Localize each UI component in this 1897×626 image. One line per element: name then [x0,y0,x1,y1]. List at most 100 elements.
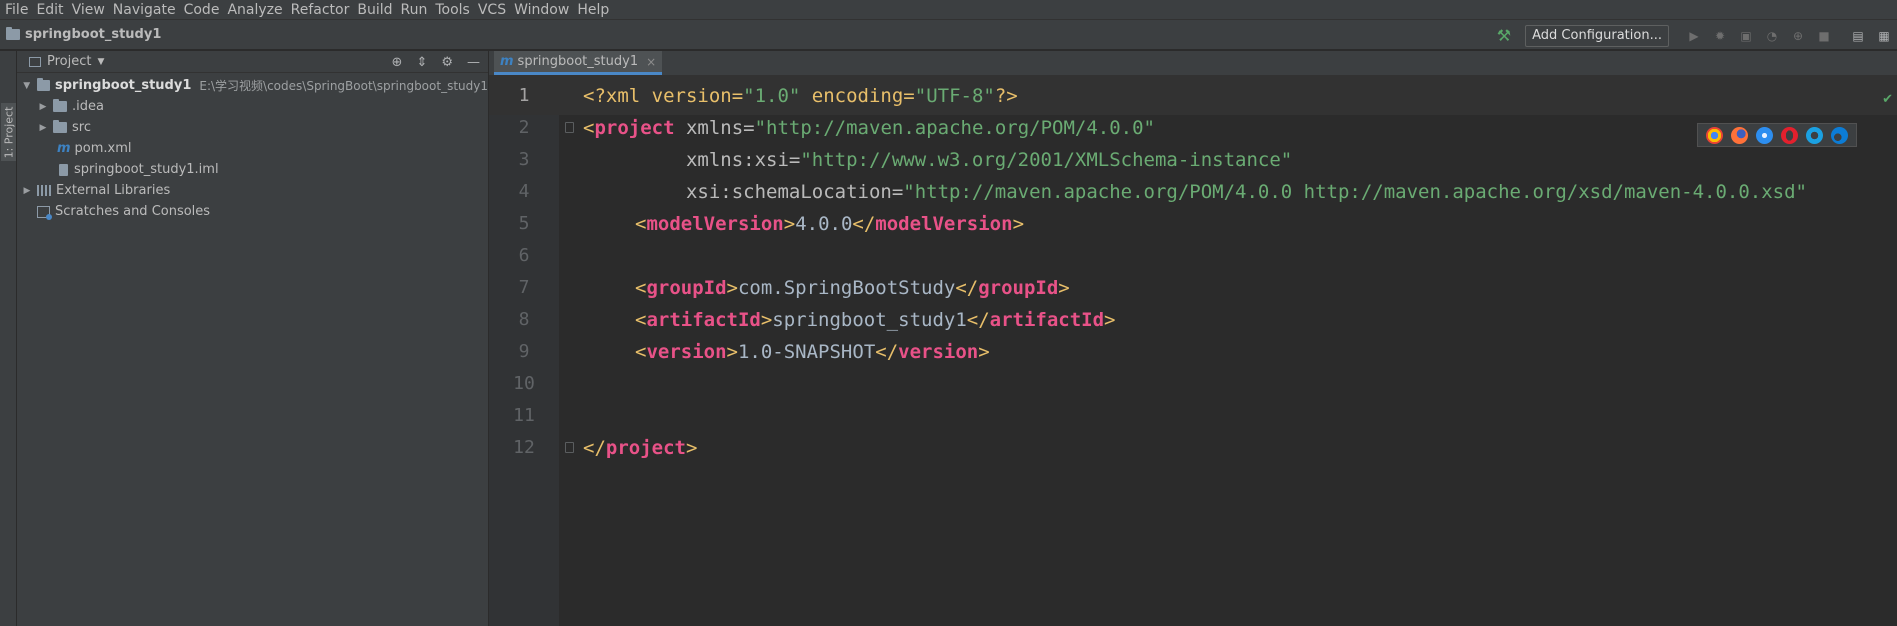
code-text: </project> [583,436,698,459]
library-icon [37,185,51,196]
project-tree: ▼ springboot_study1 E:\学习视频\codes\Spring… [17,73,488,222]
collapsed-arrow-icon[interactable]: ▶ [21,186,33,196]
code-text: xsi:schemaLocation="http://maven.apache.… [583,180,1807,203]
breadcrumb-project[interactable]: springboot_study1 [6,27,161,42]
navigation-bar: springboot_study1 ⚒ Add Configuration...… [0,19,1897,50]
gear-icon[interactable]: ⚙ [441,55,453,70]
tree-item-label: pom.xml [74,141,132,156]
stop-icon[interactable]: ■ [1813,25,1835,47]
code-text: <artifactId>springboot_study1</artifactI… [635,308,1116,331]
menu-window[interactable]: Window [511,2,574,18]
folder-icon [53,99,67,112]
menu-vcs[interactable]: VCS [475,2,511,18]
root-name: springboot_study1 [54,78,192,93]
project-panel: Project ▼ ⊕ ⇕ ⚙ — ▼ springboot_study1 E:… [17,51,489,626]
locate-icon[interactable]: ⊕ [392,55,403,70]
run-icon[interactable]: ▶ [1683,25,1705,47]
tool-tab-project[interactable]: 1: Project [1,103,16,161]
debug-icon[interactable]: ✹ [1709,25,1731,47]
editor-tabs: m springboot_study1 × [489,51,1897,76]
maven-file-icon: m [57,141,71,156]
line-number: 5 [518,213,530,234]
tree-item-label: External Libraries [56,183,171,198]
minimize-icon[interactable]: — [467,55,480,70]
line-number: 11 [513,405,535,426]
project-panel-title: Project [47,54,92,69]
chrome-icon[interactable] [1706,126,1723,144]
tree-item-iml[interactable]: springboot_study1.iml [17,159,488,180]
line-number: 10 [513,373,535,394]
add-configuration-button[interactable]: Add Configuration... [1525,24,1669,47]
close-icon[interactable]: × [646,55,656,69]
expanded-arrow-icon[interactable]: ▼ [21,81,33,91]
code-text: xmlns:xsi="http://www.w3.org/2001/XMLSch… [583,148,1293,171]
tree-item-external-libraries[interactable]: ▶ External Libraries [17,180,488,201]
menu-build[interactable]: Build [354,2,397,18]
project-view-selector[interactable]: Project ▼ [29,54,104,69]
fold-marker-icon[interactable] [565,442,574,453]
line-number: 4 [518,181,530,202]
menu-tools[interactable]: Tools [432,2,475,18]
project-view-icon [29,56,41,67]
sdk-icon[interactable]: ▦ [1873,25,1895,47]
project-structure-icon[interactable]: ▤ [1847,25,1869,47]
code-text: <groupId>com.SpringBootStudy</groupId> [635,276,1070,299]
tree-item-scratches[interactable]: Scratches and Consoles [17,201,488,222]
tree-item-root[interactable]: ▼ springboot_study1 E:\学习视频\codes\Spring… [17,75,488,96]
line-number: 1 [518,85,530,106]
inspection-ok-icon: ✔ [1882,92,1893,107]
line-number: 2 [518,117,530,138]
scratches-icon [37,205,52,220]
project-panel-header: Project ▼ ⊕ ⇕ ⚙ — [17,51,488,73]
safari-icon[interactable] [1756,126,1773,144]
code-editor[interactable]: 1 <?xml version="1.0" encoding="UTF-8"?>… [489,76,1897,626]
tree-item-label: springboot_study1.iml [74,162,219,177]
code-line: 12 </project> [489,428,1897,467]
line-number: 6 [518,245,530,266]
line-number: 3 [518,149,530,170]
collapse-all-icon[interactable]: ⇕ [416,55,427,70]
menu-code[interactable]: Code [181,2,225,18]
tree-item-pom[interactable]: m pom.xml [17,138,488,159]
tab-pom[interactable]: m springboot_study1 × [494,51,663,75]
build-hammer-icon[interactable]: ⚒ [1497,26,1511,45]
tree-item-src[interactable]: ▶ src [17,117,488,138]
maven-file-icon: m [500,54,514,69]
tool-window-strip: 1: Project [0,51,17,626]
menu-refactor[interactable]: Refactor [288,2,355,18]
project-panel-actions: ⊕ ⇕ ⚙ — [378,51,480,73]
code-text: <version>1.0-SNAPSHOT</version> [635,340,990,363]
menu-bar: File Edit View Navigate Code Analyze Ref… [0,0,1897,19]
menu-help[interactable]: Help [574,2,614,18]
opera-icon[interactable] [1781,126,1798,144]
coverage-icon[interactable]: ▣ [1735,25,1757,47]
menu-run[interactable]: Run [398,2,433,18]
tab-label: springboot_study1 [517,54,639,69]
folder-icon [53,120,67,133]
menu-edit[interactable]: Edit [33,2,68,18]
menu-file[interactable]: File [2,2,33,18]
firefox-icon[interactable] [1731,126,1748,144]
folder-icon [36,78,50,91]
menu-navigate[interactable]: Navigate [110,2,181,18]
toolbar-right: ⚒ Add Configuration... ▶ ✹ ▣ ◔ ⊕ ■ ▤ ▦ [1497,20,1897,51]
collapsed-arrow-icon[interactable]: ▶ [37,102,49,112]
chevron-down-icon: ▼ [97,56,105,67]
code-text: <?xml version="1.0" encoding="UTF-8"?> [583,84,1018,107]
attach-icon[interactable]: ⊕ [1787,25,1809,47]
collapsed-arrow-icon[interactable]: ▶ [37,123,49,133]
root-path: E:\学习视频\codes\SpringBoot\springboot_stud… [199,79,488,93]
tree-item-idea[interactable]: ▶ .idea [17,96,488,117]
line-number: 8 [518,309,530,330]
ie-icon[interactable] [1806,126,1823,144]
line-number: 9 [518,341,530,362]
edge-icon[interactable] [1831,126,1848,144]
menu-view[interactable]: View [69,2,110,18]
profile-icon[interactable]: ◔ [1761,25,1783,47]
tree-item-label: .idea [72,99,104,114]
menu-analyze[interactable]: Analyze [224,2,287,18]
tool-tab-project-label: 1: Project [2,106,15,158]
fold-marker-icon[interactable] [565,122,574,133]
code-text: <project xmlns="http://maven.apache.org/… [583,116,1155,139]
folder-icon [6,27,20,40]
